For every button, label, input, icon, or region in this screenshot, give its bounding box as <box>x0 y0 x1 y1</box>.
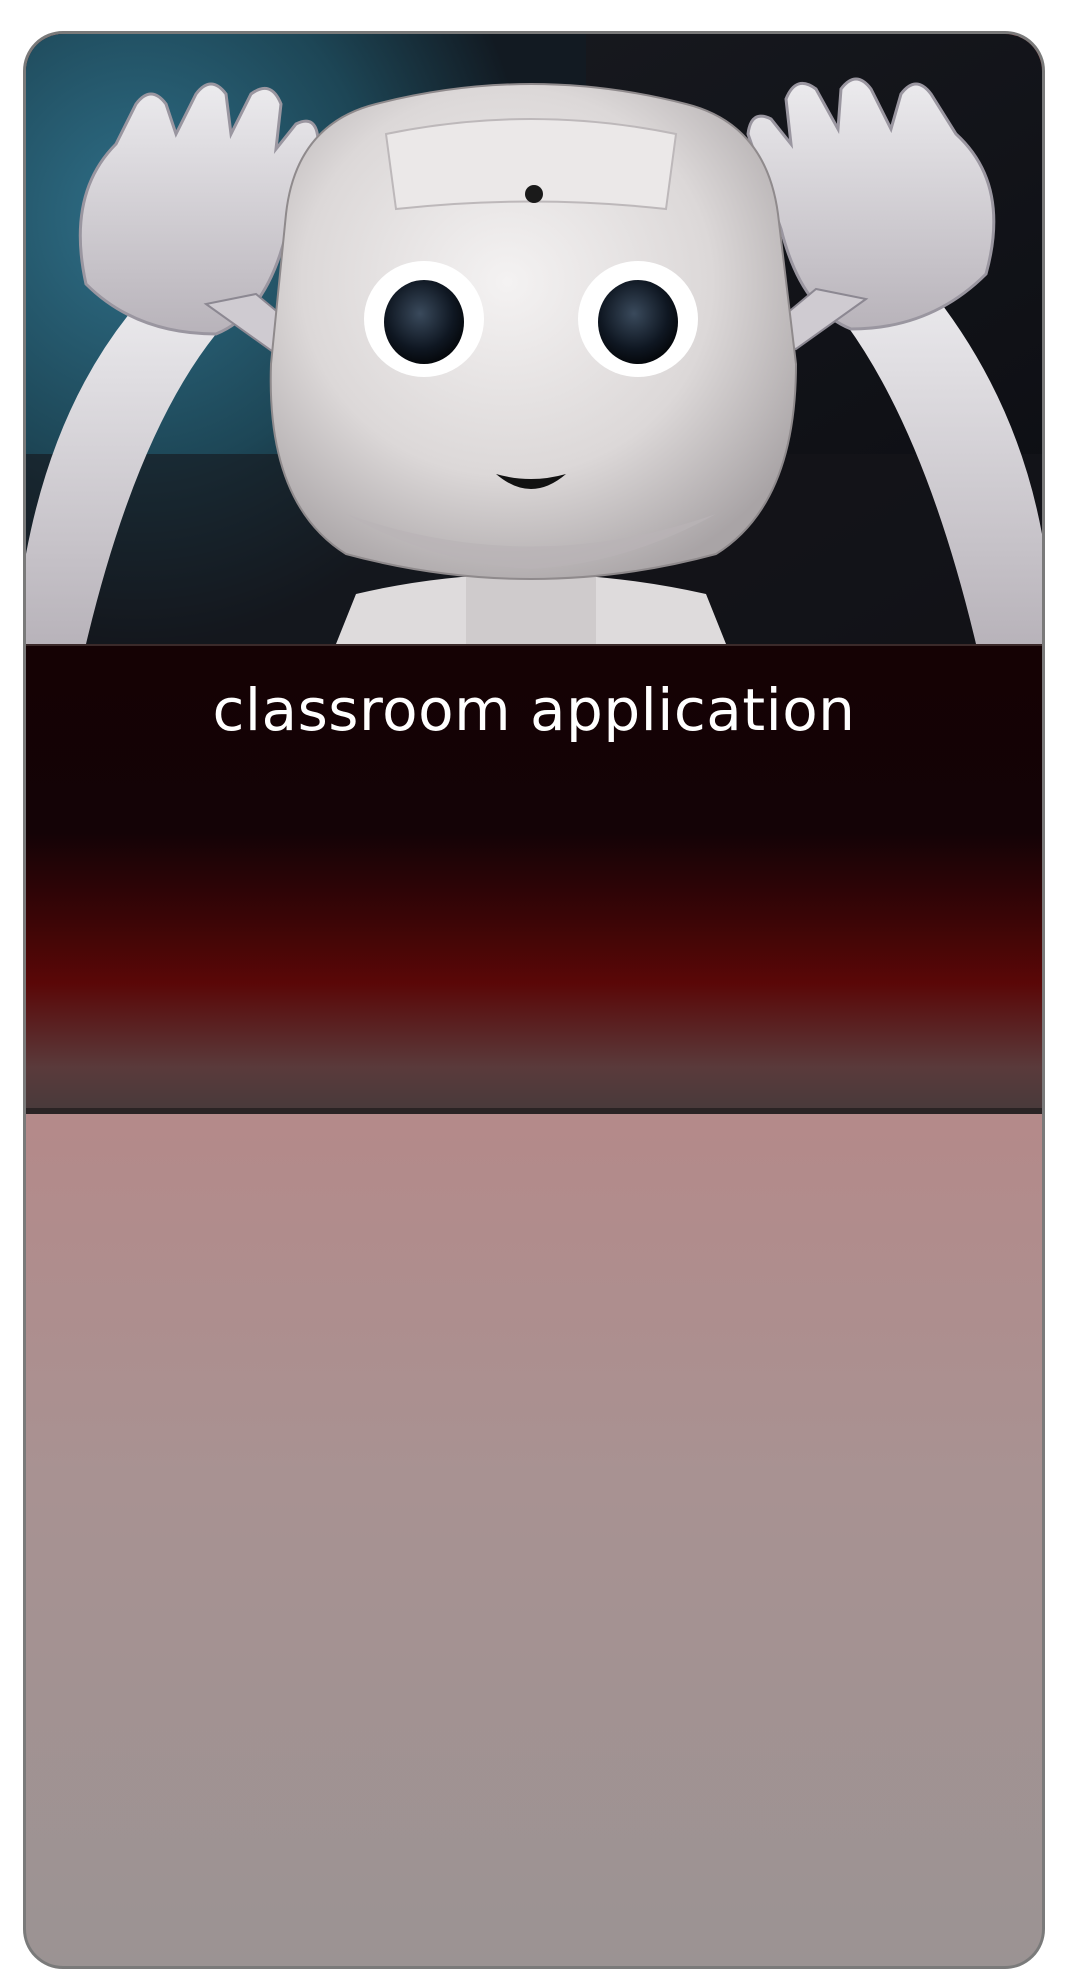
robot-image <box>26 34 1042 644</box>
app-card[interactable]: classroom application <box>23 31 1045 1969</box>
card-body <box>26 1114 1042 1966</box>
card-title: classroom application <box>212 676 856 744</box>
title-banner: classroom application <box>26 644 1042 1114</box>
robot-photo-icon <box>26 34 1042 644</box>
